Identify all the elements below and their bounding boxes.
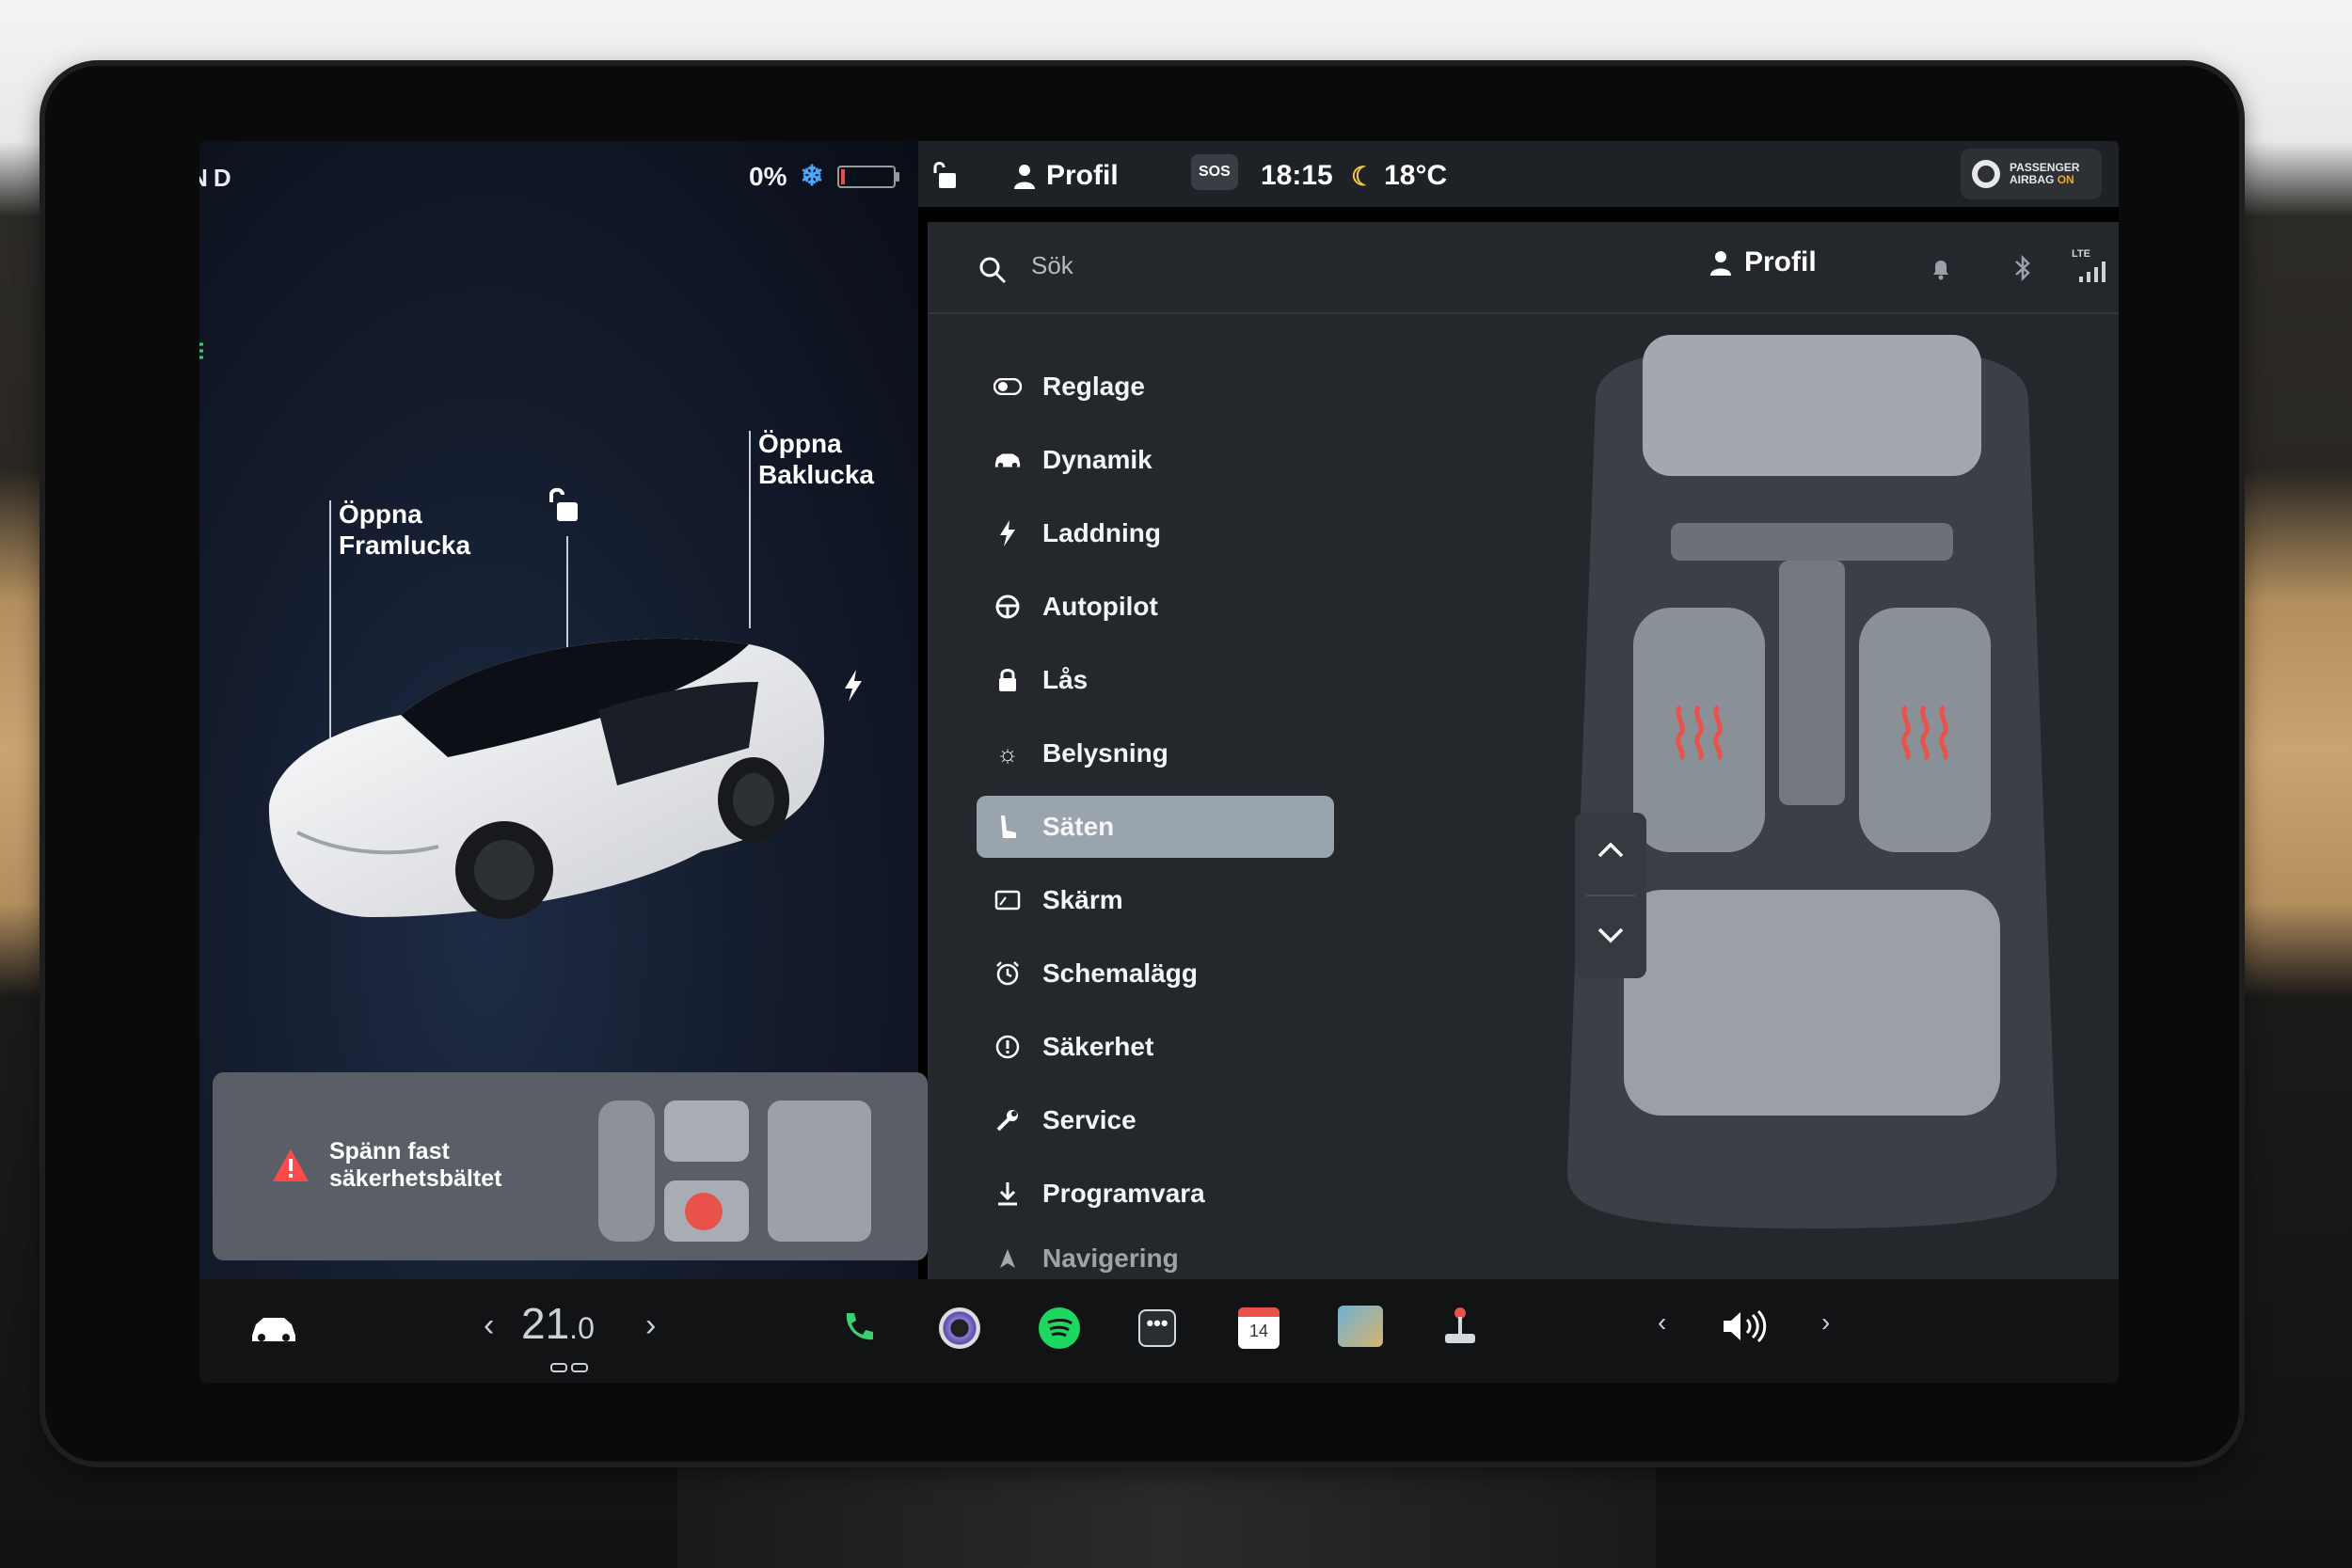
alert-text: Spänn fast säkerhetsbältet: [329, 1138, 502, 1192]
alarm-icon: [993, 960, 1022, 987]
profile-button[interactable]: Profil: [1012, 160, 1119, 192]
sos-icon: SOS: [1191, 154, 1238, 190]
seat-scroll-control: [1575, 813, 1646, 978]
sun-icon: ☼: [996, 738, 1019, 768]
menu-item-reglage[interactable]: Reglage: [977, 350, 1334, 423]
battery-percent: 0%: [749, 161, 787, 191]
chevron-down-icon[interactable]: [1596, 926, 1626, 944]
car-status-panel: PRND 0% ❄ A: [199, 141, 928, 1279]
menu-item-service[interactable]: Service: [977, 1084, 1334, 1157]
search-icon[interactable]: [978, 256, 1007, 284]
menu-item-belysning[interactable]: ☼ Belysning: [977, 717, 1334, 790]
gear-indicator: PRND: [199, 164, 237, 192]
chevron-up-icon[interactable]: [1596, 841, 1626, 860]
car-icon[interactable]: [248, 1313, 299, 1345]
more-apps-icon[interactable]: •••: [1138, 1309, 1176, 1347]
display-icon: [993, 890, 1022, 911]
seat-occupancy-diagram: [598, 1101, 871, 1242]
seat-icon: [993, 814, 1022, 840]
unlock-icon[interactable]: [544, 485, 581, 525]
unlocked-icon[interactable]: [930, 160, 958, 190]
weather: ☾ 18°C: [1351, 160, 1448, 191]
phone-icon[interactable]: [839, 1309, 877, 1347]
menu-item-programvara[interactable]: Programvara: [977, 1157, 1334, 1230]
toggle-icon: [993, 378, 1022, 395]
passenger-airbag-indicator: PASSENGER AIRBAG ON: [1961, 149, 2102, 199]
battery-icon: [836, 165, 899, 188]
person-icon: [1014, 165, 1035, 189]
menu-item-navigering[interactable]: Navigering: [977, 1230, 1334, 1287]
menu-item-laddning[interactable]: Laddning: [977, 497, 1334, 570]
toybox-icon[interactable]: [1338, 1306, 1383, 1347]
cabin-temperature[interactable]: 21.0: [521, 1298, 595, 1349]
mount-stand: [677, 1463, 1656, 1568]
calendar-icon[interactable]: 14: [1238, 1307, 1279, 1349]
menu-item-dynamik[interactable]: Dynamik: [977, 423, 1334, 497]
open-frunk-label[interactable]: Öppna Framlucka: [339, 499, 470, 561]
info-icon: [993, 1034, 1022, 1060]
seat-heat-small-icon: [550, 1363, 588, 1372]
menu-item-las[interactable]: Lås: [977, 643, 1334, 717]
search-input[interactable]: Sök: [1031, 251, 1073, 280]
rear-bench[interactable]: [1624, 890, 2000, 1116]
light-indicators: A: [199, 222, 205, 433]
seat-heater-diagram: [1567, 335, 2057, 1228]
menu-item-saten[interactable]: Säten: [977, 796, 1334, 858]
volume-up-chevron-icon[interactable]: ›: [1821, 1307, 1830, 1338]
trunk-leader-line: [749, 431, 751, 628]
menu-item-sakerhet[interactable]: Säkerhet: [977, 1010, 1334, 1084]
car-illustration: [268, 638, 824, 919]
bell-icon[interactable]: [1931, 258, 1951, 280]
clock: 18:15: [1261, 160, 1333, 191]
settings-profile-button[interactable]: Profil: [1708, 246, 1817, 278]
settings-menu: Reglage Dynamik Laddning Autopilot Lås ☼…: [977, 350, 1334, 1287]
charge-port-icon[interactable]: [841, 668, 866, 704]
person-icon: [1710, 251, 1731, 276]
temp-down-chevron-icon[interactable]: ‹: [484, 1307, 494, 1344]
menu-item-skarm[interactable]: Skärm: [977, 863, 1334, 937]
status-bar: Profil SOS 18:15 ☾ 18°C PASSENGER AIRBAG …: [918, 141, 2119, 207]
bluetooth-icon[interactable]: [2013, 254, 2032, 282]
volume-icon[interactable]: [1720, 1307, 1769, 1345]
parking-lights-icon: [199, 342, 203, 359]
moon-icon: ☾: [1351, 161, 1375, 191]
joystick-icon[interactable]: [1441, 1306, 1479, 1349]
seatbelt-alert: Spänn fast säkerhetsbältet: [213, 1072, 928, 1260]
menu-item-autopilot[interactable]: Autopilot: [977, 570, 1334, 643]
spotify-icon[interactable]: [1039, 1307, 1080, 1349]
snowflake-icon: ❄: [800, 161, 824, 192]
signal-bars-icon: [2079, 261, 2106, 282]
bottom-dock: ‹ 21.0 › ••• 14 ‹ ›: [199, 1279, 2119, 1383]
download-icon: [993, 1180, 1022, 1207]
settings-header: Sök Profil LTE: [928, 222, 2119, 314]
menu-item-schemalagg[interactable]: Schemalägg: [977, 937, 1334, 1010]
battery-status: 0% ❄: [749, 160, 899, 193]
wrench-icon: [993, 1107, 1022, 1133]
warning-icon: [273, 1149, 309, 1181]
lock-icon: [993, 667, 1022, 693]
car-icon: [993, 451, 1022, 469]
airbag-icon: [1972, 160, 2000, 188]
bolt-icon: [993, 519, 1022, 547]
open-trunk-label[interactable]: Öppna Baklucka: [758, 428, 874, 490]
camera-app-icon[interactable]: [939, 1307, 980, 1349]
touchscreen: PRND 0% ❄ A: [199, 141, 2119, 1383]
steering-wheel-icon: [993, 594, 1022, 620]
settings-panel: Sök Profil LTE Reglage Dynamik Laddning …: [928, 222, 2119, 1279]
navigation-icon: [993, 1247, 1022, 1270]
volume-down-chevron-icon[interactable]: ‹: [1658, 1307, 1666, 1338]
sos-button[interactable]: SOS: [1191, 154, 1238, 190]
temp-up-chevron-icon[interactable]: ›: [645, 1307, 656, 1344]
